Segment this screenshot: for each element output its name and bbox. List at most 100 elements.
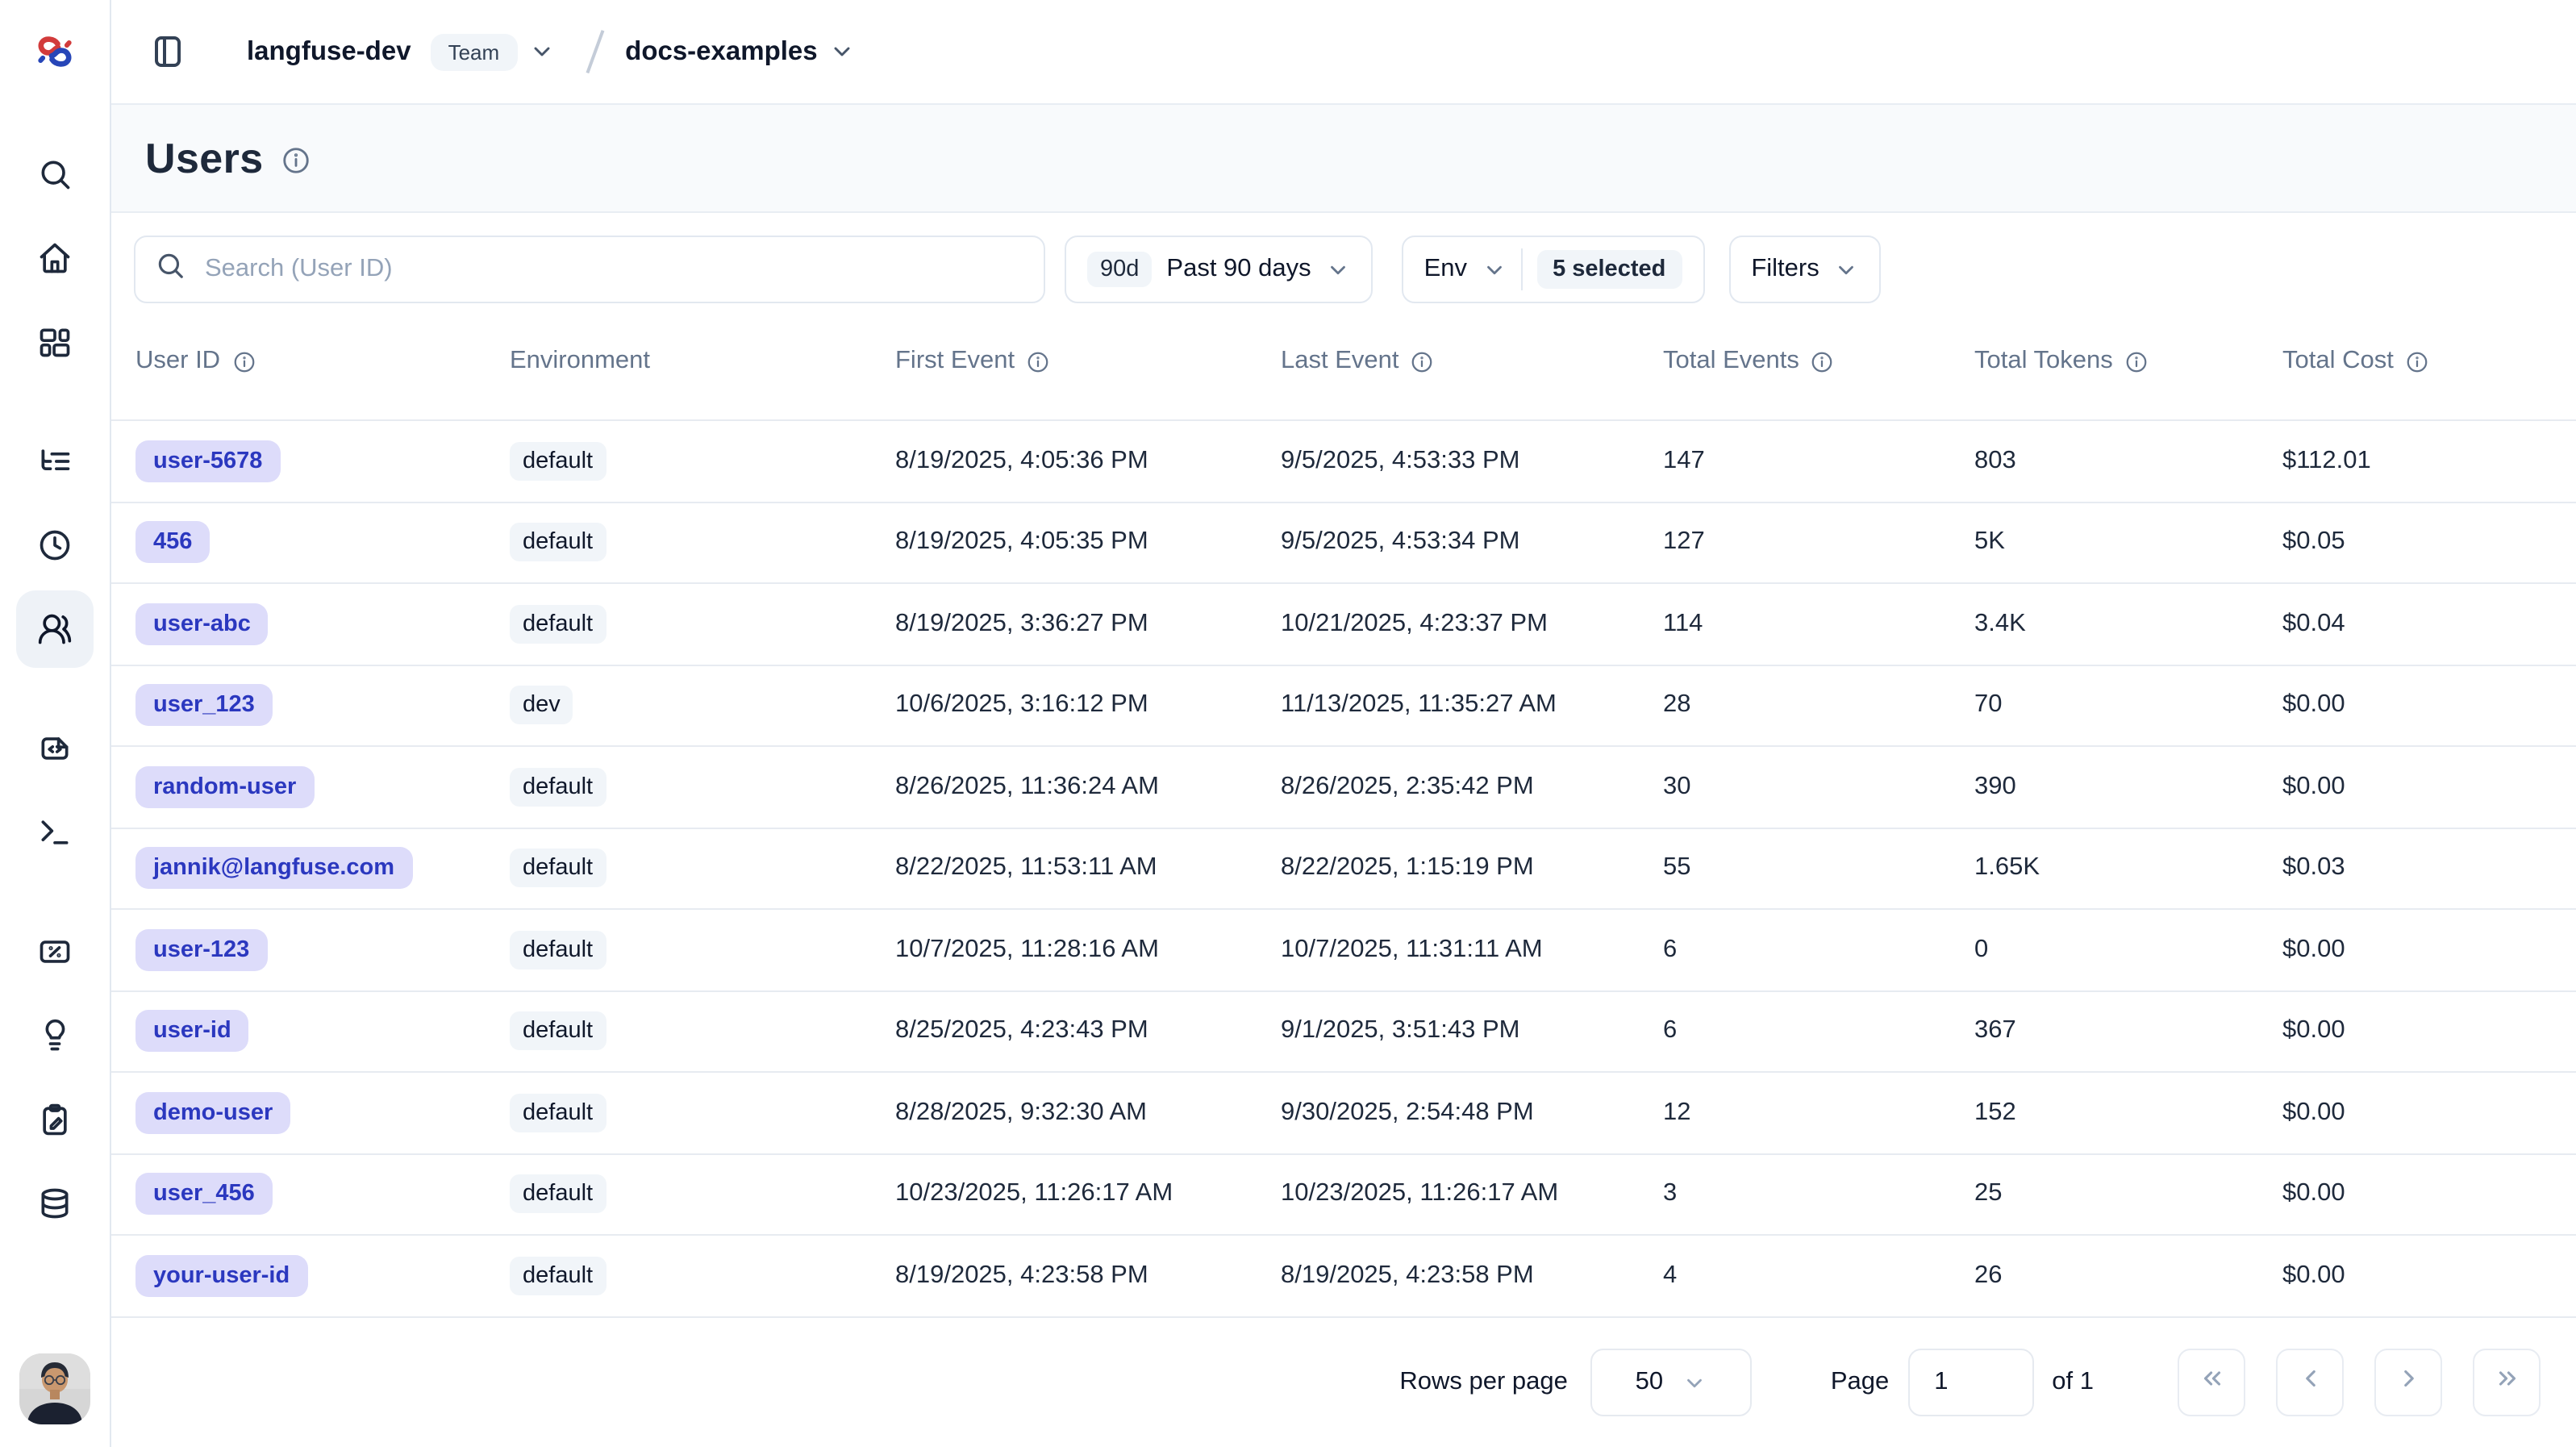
user-id-badge[interactable]: user-id: [135, 1011, 249, 1053]
total-events-cell: 3: [1663, 1180, 1974, 1209]
users-icon[interactable]: [16, 590, 94, 668]
breadcrumb: langfuse-dev Team docs-examples: [247, 27, 855, 76]
user-id-badge[interactable]: user_456: [135, 1174, 273, 1216]
table-row[interactable]: user-5678 default 8/19/2025, 4:05:36 PM …: [111, 421, 2576, 502]
search-icon[interactable]: [16, 136, 94, 213]
org-name[interactable]: langfuse-dev: [247, 36, 411, 67]
column-header[interactable]: Last Event: [1281, 347, 1663, 376]
date-range-badge: 90d: [1087, 252, 1152, 287]
project-name[interactable]: docs-examples: [625, 36, 817, 67]
search-icon: [155, 250, 185, 289]
org-type-badge: Team: [431, 33, 518, 70]
last-event-cell: 9/5/2025, 4:53:34 PM: [1281, 528, 1663, 557]
column-header[interactable]: User ID: [135, 347, 510, 376]
lightbulb-icon[interactable]: [16, 997, 94, 1074]
clipboard-pen-icon[interactable]: [16, 1081, 94, 1158]
search-box[interactable]: [134, 236, 1045, 303]
chevron-down-icon[interactable]: [829, 39, 855, 65]
last-event-cell: 8/22/2025, 1:15:19 PM: [1281, 854, 1663, 883]
user-id-badge[interactable]: user-5678: [135, 440, 280, 482]
column-header[interactable]: Total Tokens: [1974, 347, 2282, 376]
total-cost-cell: $0.00: [2282, 936, 2576, 965]
table-row[interactable]: user_456 default 10/23/2025, 11:26:17 AM…: [111, 1154, 2576, 1236]
page-label: Page: [1831, 1368, 1889, 1397]
env-selected-badge: 5 selected: [1536, 250, 1682, 289]
last-page-button[interactable]: [2473, 1349, 2541, 1416]
table-row[interactable]: user-abc default 8/19/2025, 3:36:27 PM 1…: [111, 584, 2576, 665]
column-header[interactable]: Environment: [510, 347, 895, 376]
sidebar: [0, 0, 111, 1447]
terminal-icon[interactable]: [16, 794, 94, 871]
chevron-down-icon: [1482, 258, 1506, 282]
column-header[interactable]: First Event: [895, 347, 1281, 376]
last-event-cell: 8/19/2025, 4:23:58 PM: [1281, 1261, 1663, 1291]
column-header[interactable]: Total Cost: [2282, 347, 2576, 376]
info-icon[interactable]: [2124, 349, 2149, 373]
user-id-badge[interactable]: demo-user: [135, 1092, 290, 1134]
chevron-right-icon: [2395, 1365, 2422, 1400]
chevron-down-icon: [1834, 258, 1858, 282]
tree-list-icon[interactable]: [16, 423, 94, 500]
info-icon[interactable]: [1411, 349, 1435, 373]
table-row[interactable]: user-123 default 10/7/2025, 11:28:16 AM …: [111, 910, 2576, 991]
page-title: Users: [145, 133, 264, 183]
home-icon[interactable]: [16, 219, 94, 297]
user-id-badge[interactable]: jannik@langfuse.com: [135, 848, 412, 890]
user-id-badge[interactable]: your-user-id: [135, 1255, 307, 1297]
date-range-button[interactable]: 90d Past 90 days: [1065, 236, 1373, 303]
breadcrumb-separator: [577, 27, 612, 76]
last-event-cell: 10/21/2025, 4:23:37 PM: [1281, 610, 1663, 639]
user-id-badge[interactable]: random-user: [135, 766, 314, 808]
info-icon[interactable]: [1811, 349, 1835, 373]
column-header[interactable]: Total Events: [1663, 347, 1974, 376]
chevron-left-icon: [2296, 1365, 2324, 1400]
table-row[interactable]: jannik@langfuse.com default 8/22/2025, 1…: [111, 828, 2576, 910]
table-row[interactable]: your-user-id default 8/19/2025, 4:23:58 …: [111, 1236, 2576, 1317]
prev-page-button[interactable]: [2276, 1349, 2344, 1416]
page-number-input[interactable]: [1908, 1349, 2034, 1416]
chevron-down-icon[interactable]: [528, 39, 554, 65]
environment-filter-button[interactable]: Env 5 selected: [1402, 236, 1705, 303]
main-area: langfuse-dev Team docs-examples Users: [111, 0, 2576, 1447]
info-icon[interactable]: [1026, 349, 1050, 373]
next-page-button[interactable]: [2374, 1349, 2442, 1416]
total-cost-cell: $112.01: [2282, 447, 2576, 476]
last-event-cell: 10/7/2025, 11:31:11 AM: [1281, 936, 1663, 965]
user-avatar[interactable]: [19, 1353, 90, 1424]
table-row[interactable]: random-user default 8/26/2025, 11:36:24 …: [111, 747, 2576, 828]
filters-button[interactable]: Filters: [1728, 236, 1880, 303]
total-cost-cell: $0.00: [2282, 1261, 2576, 1291]
percent-card-icon[interactable]: [16, 913, 94, 990]
table-row[interactable]: user-id default 8/25/2025, 4:23:43 PM 9/…: [111, 991, 2576, 1073]
user-id-badge[interactable]: user-abc: [135, 603, 269, 645]
database-icon[interactable]: [16, 1165, 94, 1242]
total-tokens-cell: 152: [1974, 1099, 2282, 1128]
info-icon[interactable]: [231, 349, 256, 373]
total-events-cell: 4: [1663, 1261, 1974, 1291]
table-row[interactable]: user_123 dev 10/6/2025, 3:16:12 PM 11/13…: [111, 665, 2576, 747]
rows-per-page-select[interactable]: 50: [1590, 1349, 1752, 1416]
clock-icon[interactable]: [16, 507, 94, 584]
total-tokens-cell: 803: [1974, 447, 2282, 476]
sidebar-toggle-icon[interactable]: [147, 27, 195, 76]
user-id-badge[interactable]: user-123: [135, 929, 267, 971]
env-label: Env: [1424, 255, 1467, 284]
chevrons-right-icon: [2493, 1365, 2520, 1400]
user-id-badge[interactable]: 456: [135, 522, 210, 564]
user-id-badge[interactable]: user_123: [135, 685, 273, 727]
search-input[interactable]: [202, 253, 1044, 286]
last-event-cell: 11/13/2025, 11:35:27 AM: [1281, 691, 1663, 720]
file-code-icon[interactable]: [16, 710, 94, 787]
info-icon[interactable]: [281, 144, 312, 175]
last-event-cell: 8/26/2025, 2:35:42 PM: [1281, 773, 1663, 802]
info-icon[interactable]: [2405, 349, 2429, 373]
first-page-button[interactable]: [2178, 1349, 2245, 1416]
total-tokens-cell: 25: [1974, 1180, 2282, 1209]
dashboard-grid-icon[interactable]: [16, 303, 94, 381]
table-row[interactable]: demo-user default 8/28/2025, 9:32:30 AM …: [111, 1073, 2576, 1154]
table-row[interactable]: 456 default 8/19/2025, 4:05:35 PM 9/5/20…: [111, 502, 2576, 584]
total-tokens-cell: 26: [1974, 1261, 2282, 1291]
titlebar: Users: [111, 105, 2576, 213]
first-event-cell: 10/7/2025, 11:28:16 AM: [895, 936, 1281, 965]
environment-badge: default: [510, 849, 606, 888]
